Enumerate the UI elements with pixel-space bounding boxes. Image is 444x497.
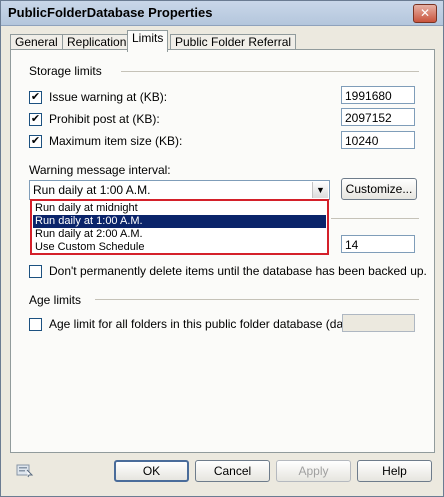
context-help-icon[interactable]	[16, 462, 34, 478]
option-use-custom-schedule[interactable]: Use Custom Schedule	[33, 241, 326, 254]
customize-button[interactable]: Customize...	[341, 178, 417, 200]
storage-limits-heading: Storage limits	[29, 64, 102, 78]
retention-days-field[interactable]: 14	[341, 235, 415, 253]
properties-dialog: PublicFolderDatabase Properties ✕ Genera…	[0, 0, 444, 497]
issue-warning-checkbox[interactable]: ✔	[29, 91, 42, 104]
title-bar[interactable]: PublicFolderDatabase Properties ✕	[1, 1, 443, 26]
warning-interval-dropdown-list: Run daily at midnight Run daily at 1:00 …	[30, 199, 329, 255]
issue-warning-field[interactable]: 1991680	[341, 86, 415, 104]
option-run-daily-midnight[interactable]: Run daily at midnight	[33, 202, 326, 215]
age-limit-checkbox[interactable]	[29, 318, 42, 331]
age-limits-heading: Age limits	[29, 293, 82, 307]
prohibit-post-label: Prohibit post at (KB):	[49, 112, 160, 126]
warning-interval-value: Run daily at 1:00 A.M.	[33, 183, 151, 197]
help-button[interactable]: Help	[357, 460, 432, 482]
tab-limits[interactable]: Limits	[127, 30, 169, 52]
apply-button[interactable]: Apply	[276, 460, 351, 482]
dont-delete-label: Don't permanently delete items until the…	[49, 264, 427, 278]
max-item-size-checkbox[interactable]: ✔	[29, 135, 42, 148]
option-run-daily-2am[interactable]: Run daily at 2:00 A.M.	[33, 228, 326, 241]
close-button[interactable]: ✕	[413, 4, 437, 23]
chevron-down-icon[interactable]: ▼	[312, 182, 328, 198]
warning-interval-select[interactable]: Run daily at 1:00 A.M. ▼	[29, 180, 330, 200]
dont-delete-checkbox[interactable]	[29, 265, 42, 278]
deletion-divider	[331, 218, 419, 219]
issue-warning-label: Issue warning at (KB):	[49, 90, 168, 104]
max-item-size-field[interactable]: 10240	[341, 131, 415, 149]
cancel-button[interactable]: Cancel	[195, 460, 270, 482]
storage-divider	[121, 71, 419, 72]
max-item-size-label: Maximum item size (KB):	[49, 134, 183, 148]
prohibit-post-checkbox[interactable]: ✔	[29, 113, 42, 126]
warning-interval-label: Warning message interval:	[29, 163, 171, 177]
age-divider	[95, 299, 419, 300]
age-limit-label: Age limit for all folders in this public…	[49, 317, 363, 331]
window-title: PublicFolderDatabase Properties	[8, 5, 213, 20]
prohibit-post-field[interactable]: 2097152	[341, 108, 415, 126]
ok-button[interactable]: OK	[114, 460, 189, 482]
option-run-daily-1am[interactable]: Run daily at 1:00 A.M.	[33, 215, 326, 228]
age-limit-field[interactable]	[342, 314, 415, 332]
